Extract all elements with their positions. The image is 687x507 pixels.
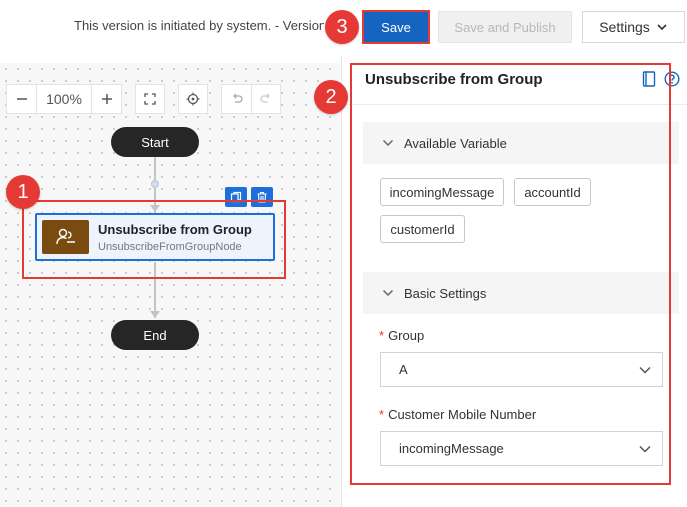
chevron-down-icon: [639, 366, 651, 374]
chevron-down-icon: [657, 24, 667, 31]
copy-icon: [230, 191, 242, 203]
users-icon: [42, 220, 89, 254]
variable-tag[interactable]: incomingMessage: [380, 178, 504, 206]
basic-settings-section-toggle[interactable]: Basic Settings: [363, 272, 679, 314]
group-label-text: Group: [388, 328, 425, 343]
undo-icon: [232, 93, 243, 103]
undo-button[interactable]: [221, 84, 251, 114]
node-texts: Unsubscribe from Group UnsubscribeFromGr…: [98, 222, 252, 253]
properties-panel: Unsubscribe from Group Available Variabl…: [341, 55, 687, 507]
group-select-value: A: [399, 362, 408, 377]
minus-icon: [16, 98, 27, 100]
end-node[interactable]: End: [111, 320, 199, 350]
group-select[interactable]: A: [380, 352, 663, 387]
variable-tag[interactable]: accountId: [514, 178, 591, 206]
workflow-editor: This version is initiated by system. - V…: [0, 0, 687, 507]
settings-label: Settings: [599, 19, 650, 35]
section-label: Available Variable: [404, 135, 507, 151]
section-label: Basic Settings: [404, 285, 487, 301]
save-and-publish-button[interactable]: Save and Publish: [438, 11, 572, 43]
panel-title: Unsubscribe from Group: [365, 71, 543, 88]
annotation-badge-1: 1: [6, 175, 40, 209]
annotation-badge-3: 3: [325, 10, 359, 44]
required-marker: *: [379, 328, 385, 343]
chevron-down-icon: [639, 445, 651, 453]
arrow-down-icon: [150, 311, 160, 318]
unsubscribe-node[interactable]: Unsubscribe from Group UnsubscribeFromGr…: [35, 213, 275, 261]
fit-view-button[interactable]: [135, 84, 165, 114]
delete-node-button[interactable]: [251, 187, 273, 207]
annotation-badge-2: 2: [314, 80, 348, 114]
settings-dropdown-button[interactable]: Settings: [582, 11, 685, 43]
group-field-label: * Group: [379, 328, 424, 343]
start-node[interactable]: Start: [111, 127, 199, 157]
mobile-label-text: Customer Mobile Number: [388, 407, 537, 422]
help-icon[interactable]: [664, 71, 680, 87]
plus-icon: [101, 94, 112, 104]
fullscreen-icon: [144, 93, 156, 105]
redo-icon: [260, 93, 270, 103]
connector-line: [154, 262, 156, 318]
node-subtitle: UnsubscribeFromGroupNode: [98, 240, 242, 253]
node-title: Unsubscribe from Group: [98, 221, 252, 237]
zoom-out-button[interactable]: [6, 84, 37, 114]
variable-tag[interactable]: customerId: [380, 215, 465, 243]
zoom-level: 100%: [37, 84, 91, 114]
chevron-down-icon: [382, 289, 394, 297]
redo-button[interactable]: [251, 84, 281, 114]
save-button[interactable]: Save: [363, 11, 429, 43]
zoom-in-button[interactable]: [91, 84, 122, 114]
mobile-field-label: * Customer Mobile Number: [379, 407, 536, 422]
copy-node-button[interactable]: [225, 187, 247, 207]
panel-header: Unsubscribe from Group: [342, 55, 687, 105]
zoom-toolbar: 100%: [6, 84, 293, 114]
locate-icon: [186, 92, 200, 106]
required-marker: *: [379, 407, 385, 422]
mobile-select-value: incomingMessage: [399, 441, 504, 456]
version-info-text: This version is initiated by system. - V…: [74, 18, 324, 33]
trash-icon: [257, 191, 267, 203]
arrow-down-icon: [150, 205, 160, 212]
chevron-down-icon: [382, 139, 394, 147]
connector-dot[interactable]: [151, 180, 159, 188]
mobile-number-select[interactable]: incomingMessage: [380, 431, 663, 466]
document-icon[interactable]: [642, 71, 656, 87]
center-view-button[interactable]: [178, 84, 208, 114]
available-variable-section-toggle[interactable]: Available Variable: [363, 122, 679, 164]
